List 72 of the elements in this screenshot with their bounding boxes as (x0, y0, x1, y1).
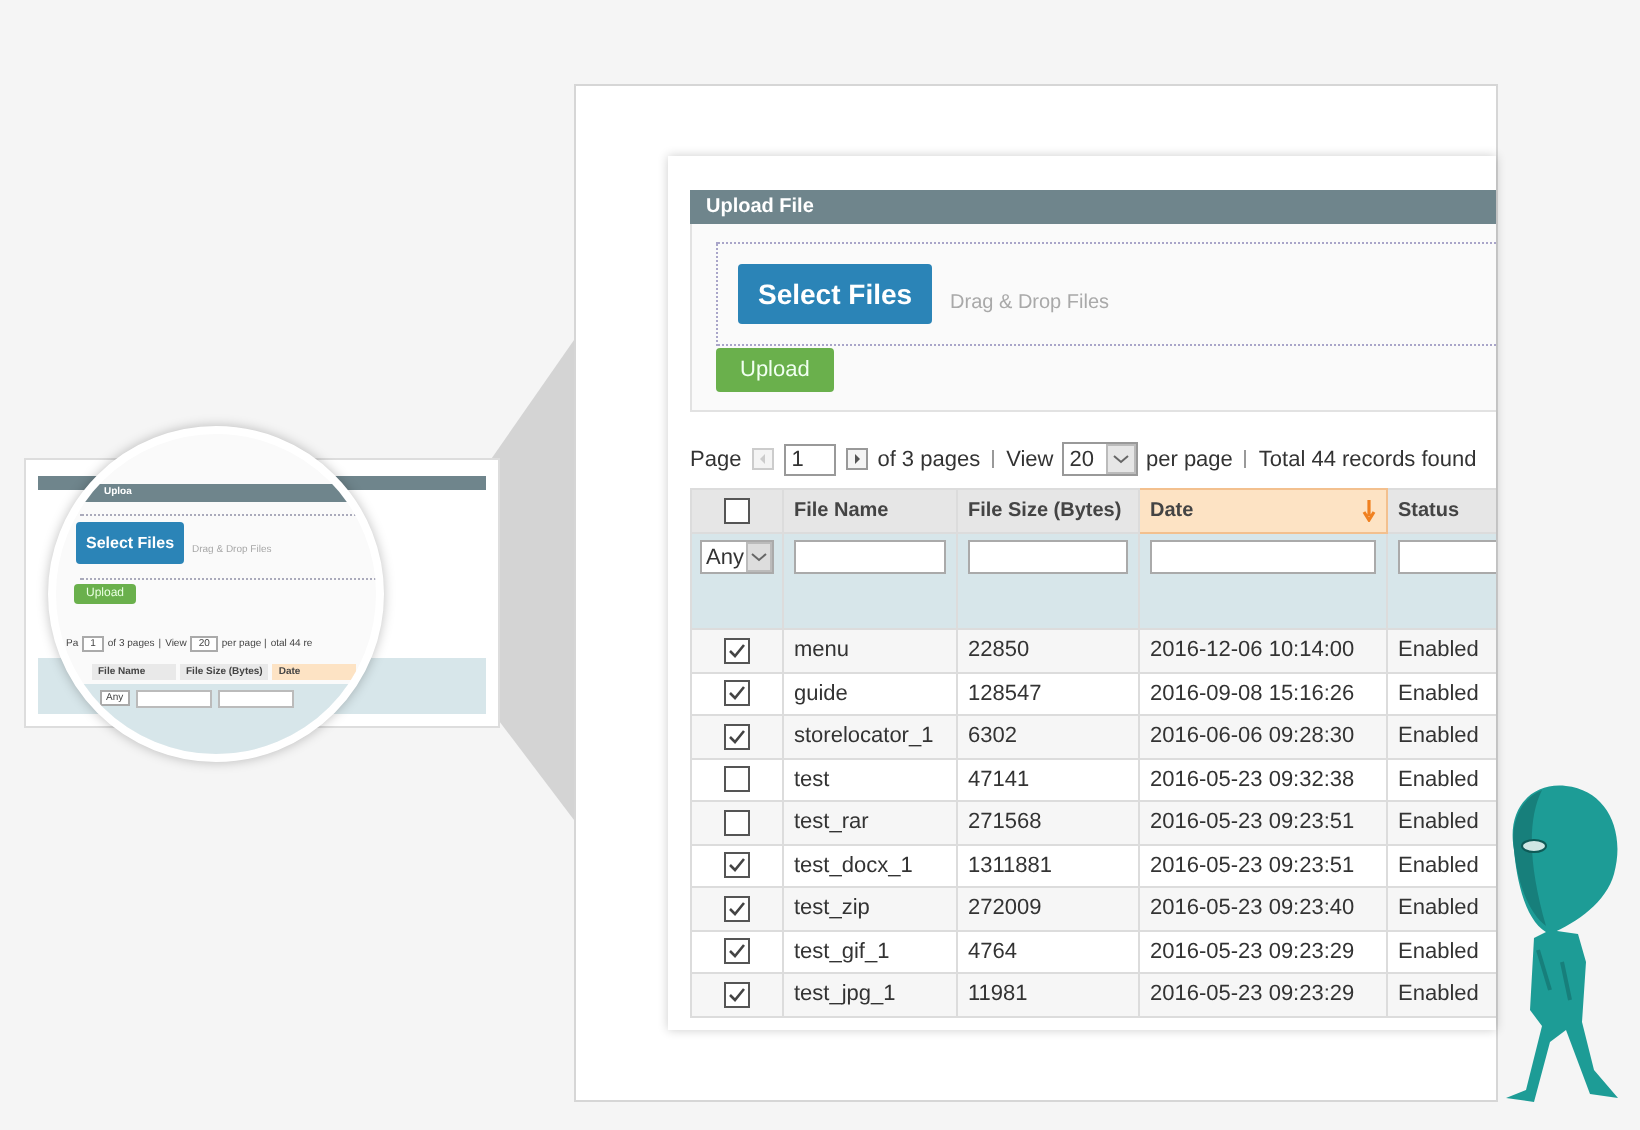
table-cell: 11981 (968, 982, 1028, 1007)
caret-icon (745, 542, 772, 572)
table-cell: 2016-05-23 09:23:29 (1150, 939, 1355, 964)
checkbox[interactable] (724, 637, 750, 664)
table-cell: 2016-06-06 09:28:30 (1150, 724, 1355, 749)
checkbox[interactable] (724, 852, 750, 879)
drop-hint: Drag & Drop Files (950, 291, 1110, 313)
table-cell: storelocator_1 (794, 724, 934, 749)
table-cell: 128547 (968, 681, 1042, 706)
table-cell: 2016-05-23 09:32:38 (1150, 767, 1355, 792)
per-page-select[interactable]: 20 (1061, 442, 1138, 476)
table-cell: 2016-12-06 10:14:00 (1150, 638, 1355, 663)
select-files-button[interactable]: Select Files (738, 264, 933, 324)
filter-field[interactable] (1398, 540, 1496, 574)
total-text: Total 44 records found (1258, 447, 1477, 471)
view-label: View (1006, 447, 1054, 471)
table-cell: 2016-05-23 09:23:51 (1150, 853, 1355, 878)
column-header[interactable]: File Name (783, 489, 957, 533)
checkbox[interactable] (724, 981, 750, 1008)
table-cell: 271568 (968, 810, 1042, 835)
table-cell: Enabled (1398, 681, 1479, 706)
table-cell: test_docx_1 (794, 853, 913, 878)
table-cell: test_jpg_1 (794, 982, 896, 1007)
checkbox[interactable] (724, 723, 750, 750)
table-cell: 22850 (968, 638, 1030, 663)
table-cell: Enabled (1398, 853, 1479, 878)
table-cell: 47141 (968, 767, 1030, 792)
filter-field[interactable] (135, 690, 212, 708)
table-cell: 2016-05-23 09:23:40 (1150, 896, 1355, 921)
table-cell: 2016-05-23 09:23:51 (1150, 810, 1355, 835)
checkbox[interactable] (724, 895, 750, 922)
table-cell: 4764 (968, 939, 1017, 964)
table-cell: Enabled (1398, 982, 1479, 1007)
select-files-button[interactable]: Select Files (76, 522, 185, 564)
table-cell: 1311881 (968, 853, 1053, 878)
table-cell: 2016-05-23 09:23:29 (1150, 982, 1355, 1007)
next-page-icon[interactable] (845, 448, 868, 470)
checkbox[interactable] (724, 809, 750, 836)
table-cell: 272009 (968, 896, 1042, 921)
checkbox[interactable] (724, 938, 750, 965)
per-page-text: per page (1145, 447, 1233, 471)
table-cell: menu (794, 638, 850, 663)
table-cell: Enabled (1398, 939, 1479, 964)
table-cell: Enabled (1398, 896, 1479, 921)
table-cell: test_zip (794, 896, 870, 921)
filter-field[interactable] (1150, 540, 1376, 574)
column-header[interactable]: Status (1387, 489, 1496, 533)
table-cell: Enabled (1398, 810, 1479, 835)
caret-icon (1105, 444, 1136, 474)
panel-header: Upload File (690, 190, 1496, 224)
table-cell: 2016-09-08 15:16:26 (1150, 681, 1355, 706)
table-cell: Enabled (1398, 767, 1479, 792)
checkbox[interactable] (724, 498, 750, 524)
filter-field[interactable] (217, 690, 294, 708)
page-field[interactable]: 1 (783, 443, 836, 475)
page-label: Page (690, 447, 742, 471)
pages-text: of 3 pages (877, 447, 981, 471)
column-header[interactable]: Date (1139, 489, 1387, 533)
table-cell: Enabled (1398, 724, 1479, 749)
checkbox[interactable] (724, 766, 750, 793)
checkbox[interactable] (724, 680, 750, 707)
filter-field[interactable] (794, 540, 946, 574)
type-filter[interactable]: Any (700, 540, 774, 574)
filter-field[interactable] (968, 540, 1128, 574)
table-cell: guide (794, 681, 848, 706)
table-cell: 6302 (968, 724, 1017, 749)
table-cell: test (794, 767, 830, 792)
table-cell: Enabled (1398, 638, 1479, 663)
table-cell: test_gif_1 (794, 939, 890, 964)
column-header[interactable]: File Size (Bytes) (957, 489, 1139, 533)
table-cell: test_rar (794, 810, 869, 835)
sort-arrow-icon (1362, 500, 1376, 522)
